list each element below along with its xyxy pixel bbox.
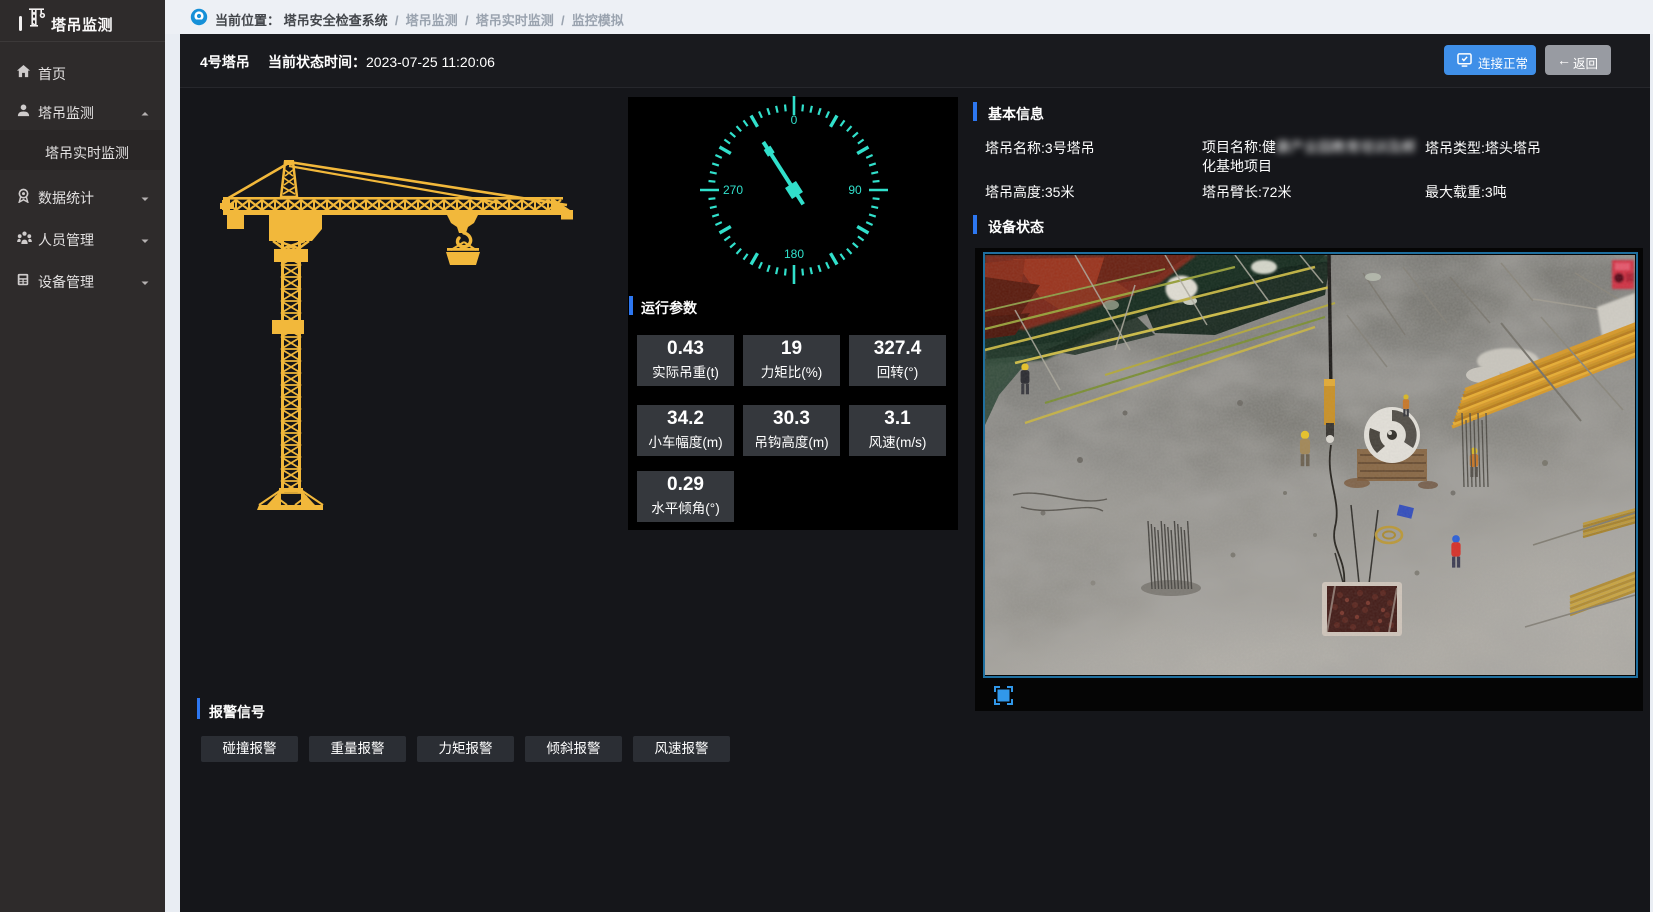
svg-text:90: 90 [848, 183, 862, 197]
svg-text:180: 180 [784, 247, 804, 261]
svg-text:270: 270 [723, 183, 743, 197]
svg-text:0: 0 [791, 113, 798, 127]
